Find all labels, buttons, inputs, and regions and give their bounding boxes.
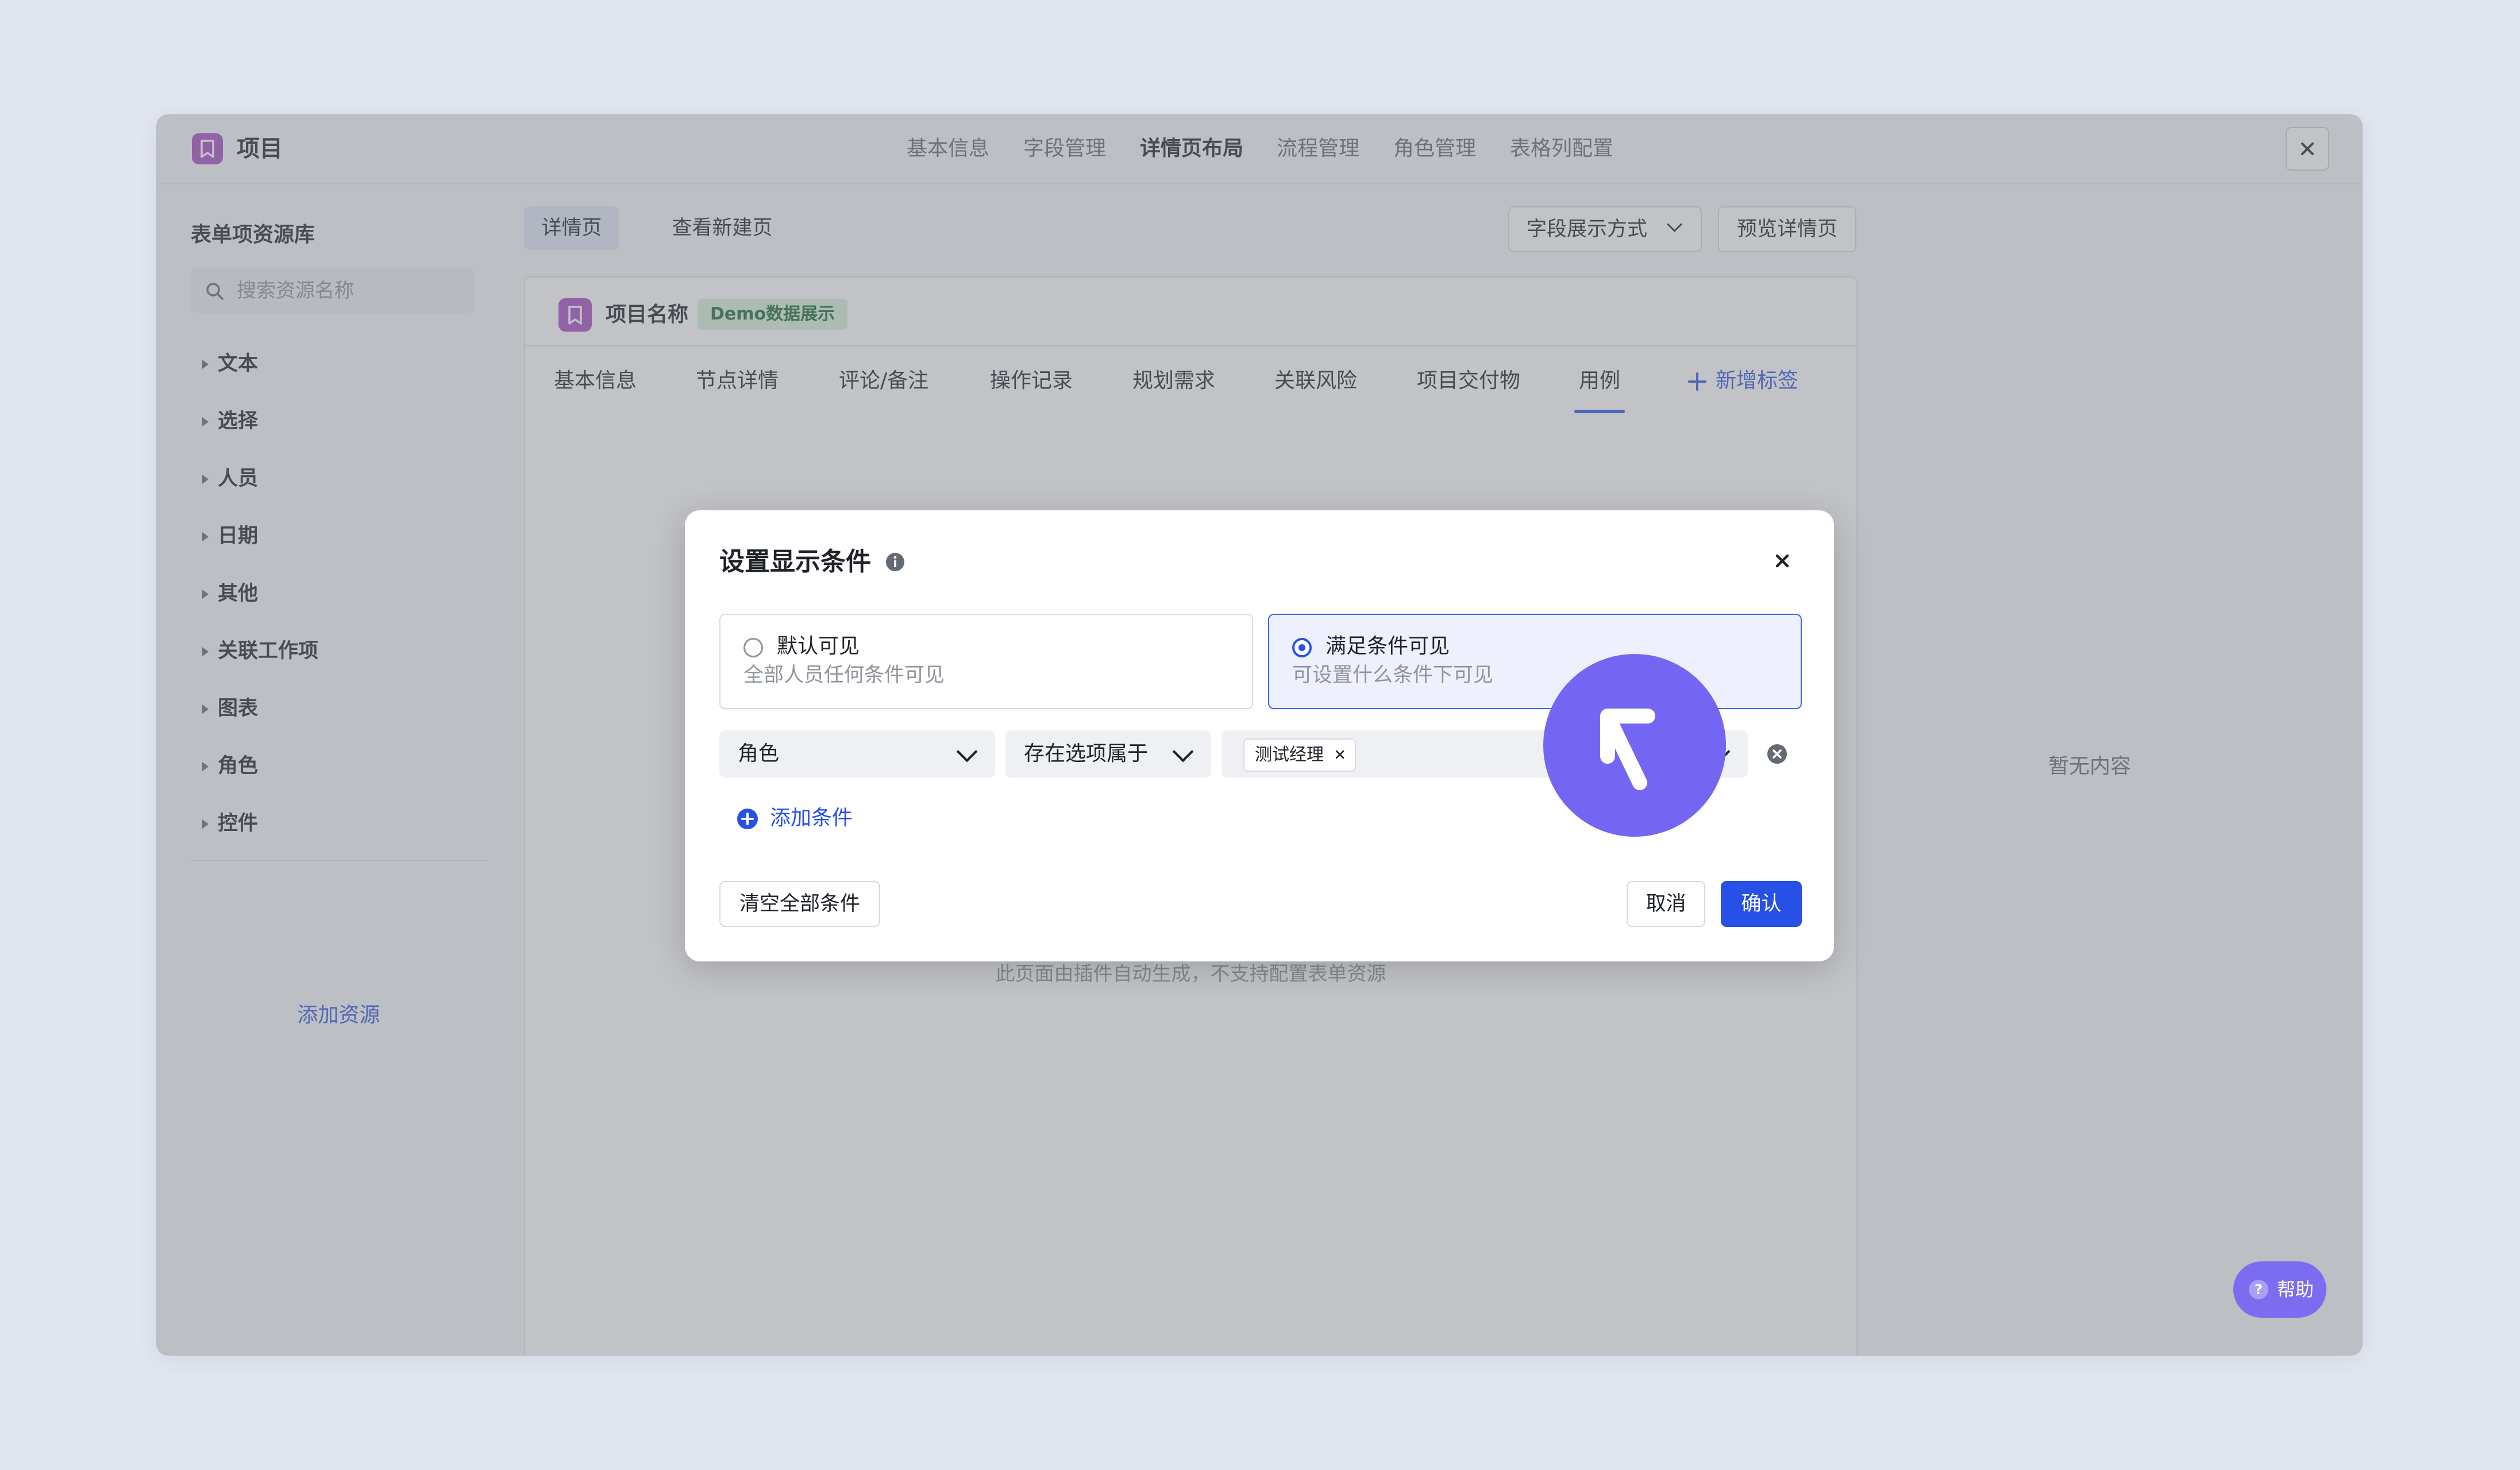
chevron-down-icon [956,741,978,763]
condition-operator-select[interactable]: 存在选项属于 [1005,730,1211,778]
help-label: 帮助 [2277,1279,2314,1300]
help-button[interactable]: ? 帮助 [2233,1261,2326,1318]
option-title: 默认可见 [777,634,860,658]
radio-unchecked-icon[interactable] [743,638,763,657]
condition-operator-value: 存在选项属于 [1024,742,1149,765]
tag-remove-icon[interactable] [1333,748,1347,761]
dialog-title: 设置显示条件 [719,547,871,576]
add-circle-icon [737,809,758,829]
option-desc: 可设置什么条件下可见 [1292,664,1494,687]
value-tag: 测试经理 [1243,738,1356,772]
add-condition-button[interactable]: 添加条件 [737,801,853,836]
cursor-highlight [1543,654,1726,837]
cancel-button[interactable]: 取消 [1627,881,1705,927]
close-icon [1775,554,1789,568]
help-icon: ? [2249,1280,2268,1299]
dialog-close-button[interactable] [1763,542,1801,580]
svg-text:?: ? [2255,1282,2263,1298]
option-default-visible[interactable]: 默认可见 全部人员任何条件可见 [719,614,1253,709]
clear-all-conditions-button[interactable]: 清空全部条件 [719,881,880,927]
add-condition-label: 添加条件 [770,806,853,830]
condition-field-value: 角色 [738,742,780,765]
confirm-button[interactable]: 确认 [1721,881,1802,927]
cursor-arrow-icon [1600,709,1655,790]
radio-checked-icon[interactable] [1292,638,1312,657]
option-title: 满足条件可见 [1325,634,1450,658]
chevron-down-icon [1172,741,1194,763]
info-icon[interactable] [885,552,905,572]
remove-condition-icon[interactable] [1766,743,1788,765]
condition-field-select[interactable]: 角色 [719,730,995,778]
option-desc: 全部人员任何条件可见 [743,664,945,687]
value-tag-label: 测试经理 [1255,745,1324,765]
